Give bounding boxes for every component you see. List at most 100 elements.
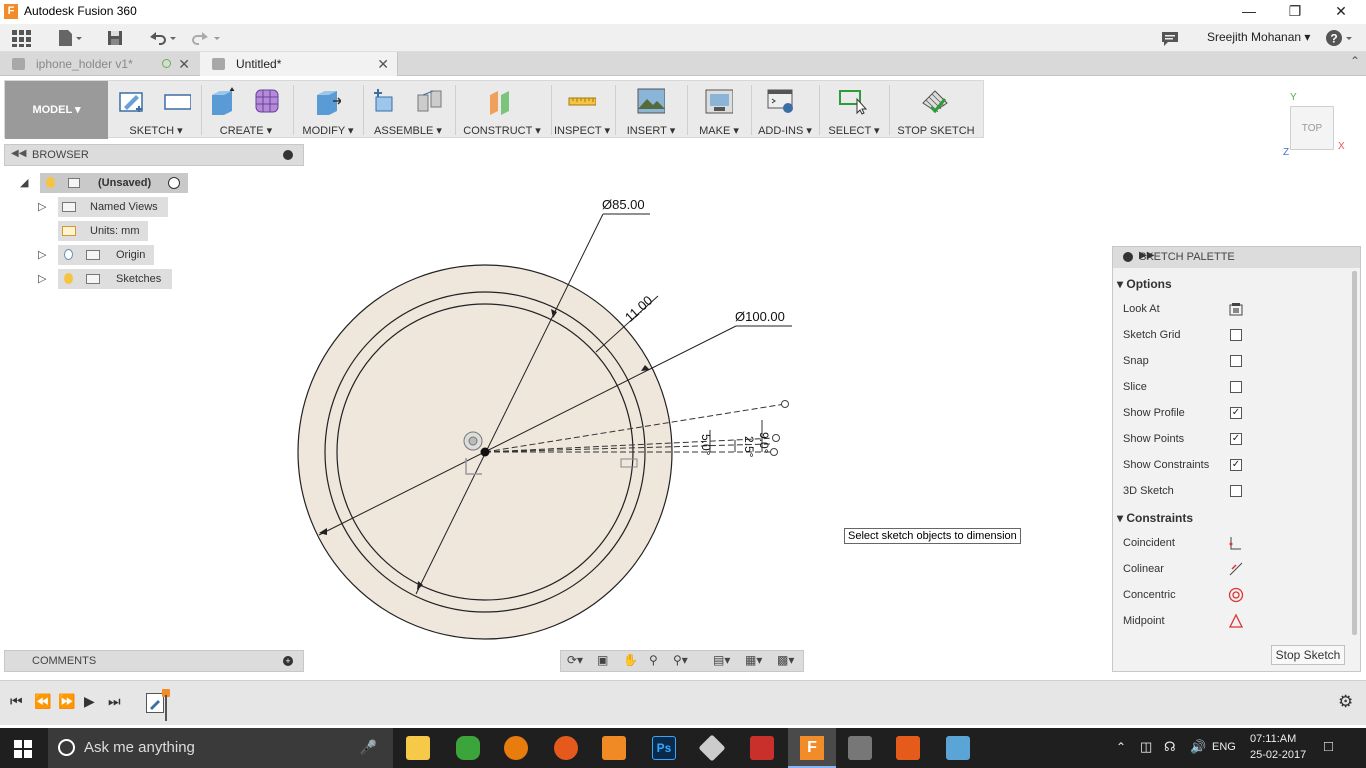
collapse-root-icon[interactable]: ◢	[20, 176, 28, 189]
pan-hand-icon[interactable]: ✋	[623, 653, 638, 667]
expand-icon[interactable]: ▷	[38, 272, 46, 285]
coincident-icon[interactable]	[1228, 535, 1244, 554]
save-icon[interactable]	[106, 28, 124, 48]
tray-date[interactable]: 25-02-2017	[1250, 749, 1306, 761]
tray-wifi-icon[interactable]: ☊	[1164, 739, 1176, 755]
colinear-icon[interactable]	[1228, 561, 1244, 580]
palette-expand-icon[interactable]: ▶▶	[1139, 250, 1354, 261]
stop-sketch-button[interactable]: Stop Sketch	[1271, 645, 1345, 665]
browser-item-units[interactable]: Units: mm	[58, 221, 148, 241]
tray-time[interactable]: 07:11:AM	[1250, 733, 1296, 745]
cortana-search-box[interactable]: Ask me anything 🎤	[48, 728, 393, 768]
dim-85-label[interactable]: Ø85.00	[602, 197, 645, 212]
tray-chevron-icon[interactable]: ⌃	[1116, 740, 1126, 754]
grid-settings-icon[interactable]: ▦▾	[745, 653, 762, 667]
3d-sketch-checkbox[interactable]	[1230, 485, 1242, 497]
comments-panel-header[interactable]: COMMENTS +	[4, 650, 304, 672]
browser-pin-icon[interactable]	[283, 150, 293, 160]
angle-2-5-label[interactable]: 2.5°	[742, 436, 756, 458]
tray-volume-icon[interactable]: 🔊	[1190, 739, 1206, 755]
concentric-constraint-icon[interactable]	[463, 431, 483, 451]
slice-checkbox[interactable]	[1230, 381, 1242, 393]
browser-panel-header[interactable]: ◀◀ BROWSER	[4, 144, 304, 166]
add-comment-icon[interactable]: +	[283, 656, 293, 666]
minimize-button[interactable]: —	[1226, 0, 1272, 24]
step-back-icon[interactable]: ⏪	[34, 693, 51, 710]
vivaldi-icon[interactable]	[750, 736, 774, 760]
midpoint-icon[interactable]	[1228, 613, 1244, 632]
step-forward-icon[interactable]: ⏩	[58, 693, 75, 710]
file-menu-icon[interactable]	[56, 28, 82, 48]
start-windows-icon[interactable]	[14, 740, 32, 761]
dim-100-label[interactable]: Ø100.00	[735, 309, 785, 324]
close-tab-icon[interactable]: ✕	[178, 52, 190, 76]
collapse-chevron-icon[interactable]: ⌃	[1350, 54, 1360, 68]
concentric-icon[interactable]	[1228, 587, 1244, 606]
storage-app-icon[interactable]	[456, 736, 480, 760]
constraints-section-header[interactable]: ▾ Constraints	[1117, 511, 1193, 525]
action-center-icon[interactable]: □	[1324, 738, 1333, 755]
activate-radio-icon[interactable]	[168, 177, 180, 189]
browser-item-named-views[interactable]: Named Views	[58, 197, 168, 217]
user-account-menu[interactable]: Sreejith Mohanan ▾	[1207, 30, 1310, 44]
close-tab-icon[interactable]: ✕	[377, 52, 389, 76]
timeline-settings-gear-icon[interactable]: ⚙	[1338, 692, 1353, 712]
look-at-nav-icon[interactable]: ▣	[597, 653, 608, 667]
data-panel-grid-icon[interactable]	[10, 28, 32, 48]
file-explorer-icon[interactable]	[406, 736, 430, 760]
app-handshake-icon[interactable]	[848, 736, 872, 760]
visibility-bulb-icon[interactable]	[46, 177, 55, 188]
visibility-bulb-icon[interactable]	[64, 249, 73, 260]
sketch-palette: SKETCH PALETTE ▶▶ ▾ Options Look At Sket…	[1112, 246, 1361, 672]
browser-root-node[interactable]: (Unsaved)	[40, 173, 188, 193]
visibility-bulb-icon[interactable]	[64, 273, 73, 284]
tray-language[interactable]: ENG	[1212, 741, 1236, 753]
snap-checkbox[interactable]	[1230, 355, 1242, 367]
pdf-app-icon[interactable]	[602, 736, 626, 760]
firefox-icon[interactable]	[554, 736, 578, 760]
doc-tab-iphone-holder[interactable]: iphone_holder v1* ✕	[0, 52, 198, 76]
photoshop-icon[interactable]: Ps	[652, 736, 676, 760]
fusion-taskbar-button[interactable]: F	[788, 728, 836, 768]
show-constraints-checkbox[interactable]: ✓	[1230, 459, 1242, 471]
show-points-checkbox[interactable]: ✓	[1230, 433, 1242, 445]
play-icon[interactable]: ▶	[84, 693, 95, 710]
sketch-palette-header[interactable]: SKETCH PALETTE ▶▶	[1113, 247, 1360, 268]
redo-icon[interactable]	[190, 28, 222, 48]
sketch-grid-checkbox[interactable]	[1230, 329, 1242, 341]
center-point[interactable]	[480, 447, 490, 457]
angle-5-label[interactable]: 5.0°	[699, 434, 713, 456]
app-e-icon[interactable]	[896, 736, 920, 760]
look-at-icon[interactable]	[1228, 301, 1244, 320]
angle-9-label[interactable]: 9.0°	[757, 432, 771, 454]
browser-item-sketches[interactable]: Sketches	[58, 269, 172, 289]
browser-item-origin[interactable]: Origin	[58, 245, 154, 265]
expand-icon[interactable]: ▷	[38, 200, 46, 213]
collapse-browser-icon[interactable]: ◀◀	[11, 148, 26, 159]
options-section-header[interactable]: ▾ Options	[1117, 277, 1172, 291]
notifications-icon[interactable]	[1160, 28, 1180, 48]
orbit-icon[interactable]: ⟳▾	[567, 653, 583, 667]
dim-11-label[interactable]: 11.00	[622, 293, 656, 325]
palette-collapse-icon[interactable]	[1123, 252, 1133, 262]
help-icon[interactable]: ?	[1324, 28, 1356, 48]
show-profile-checkbox[interactable]: ✓	[1230, 407, 1242, 419]
viewports-icon[interactable]: ▩▾	[777, 653, 794, 667]
app-diamond-icon[interactable]	[698, 734, 726, 762]
blender-icon[interactable]	[504, 736, 528, 760]
zoom-icon[interactable]: ⚲	[649, 653, 658, 667]
go-to-start-icon[interactable]: ⏮	[10, 693, 23, 710]
restore-button[interactable]: ❐	[1272, 0, 1318, 24]
doc-tab-untitled[interactable]: Untitled* ✕	[200, 52, 398, 76]
undo-icon[interactable]	[146, 28, 178, 48]
tray-power-icon[interactable]: ◫	[1140, 739, 1152, 755]
microphone-icon[interactable]: 🎤	[360, 739, 377, 756]
palette-scrollbar[interactable]	[1352, 271, 1357, 635]
close-window-button[interactable]: ✕	[1318, 0, 1364, 24]
photos-app-icon[interactable]	[946, 736, 970, 760]
fit-zoom-icon[interactable]: ⚲▾	[673, 653, 688, 667]
expand-icon[interactable]: ▷	[38, 248, 46, 261]
display-settings-icon[interactable]: ▤▾	[713, 653, 730, 667]
go-to-end-icon[interactable]: ⏭	[108, 693, 121, 710]
timeline-marker[interactable]	[165, 695, 167, 721]
